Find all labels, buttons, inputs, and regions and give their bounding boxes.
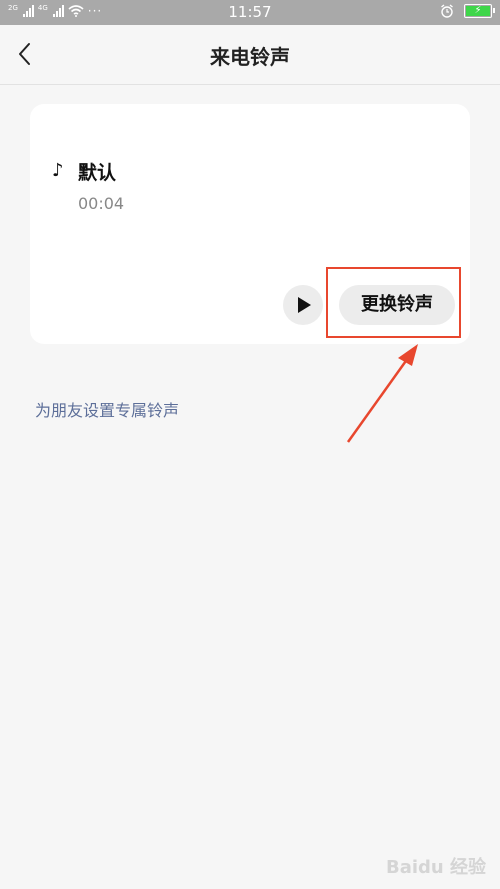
watermark: Baidu 经验: [385, 857, 486, 878]
friend-ringtone-link[interactable]: 为朋友设置专属铃声: [35, 397, 179, 421]
alarm-icon: [441, 4, 453, 18]
page-title: 来电铃声: [210, 45, 290, 69]
ringtone-duration: 00:04: [78, 194, 125, 213]
ringtone-name: 默认: [78, 162, 117, 184]
annotation-arrow-icon: [346, 344, 418, 443]
status-right: ⚡: [440, 4, 495, 18]
play-button[interactable]: [283, 285, 323, 325]
battery-fill: ⚡: [466, 6, 490, 16]
music-note-icon: ♪: [52, 160, 64, 181]
navigation-bar: 来电铃声: [0, 25, 500, 85]
battery-icon: ⚡: [464, 4, 495, 18]
highlight-box: [326, 267, 461, 338]
status-bar: 2G 4G ··· 11:57 ⚡: [0, 0, 500, 25]
status-time: 11:57: [228, 3, 272, 21]
